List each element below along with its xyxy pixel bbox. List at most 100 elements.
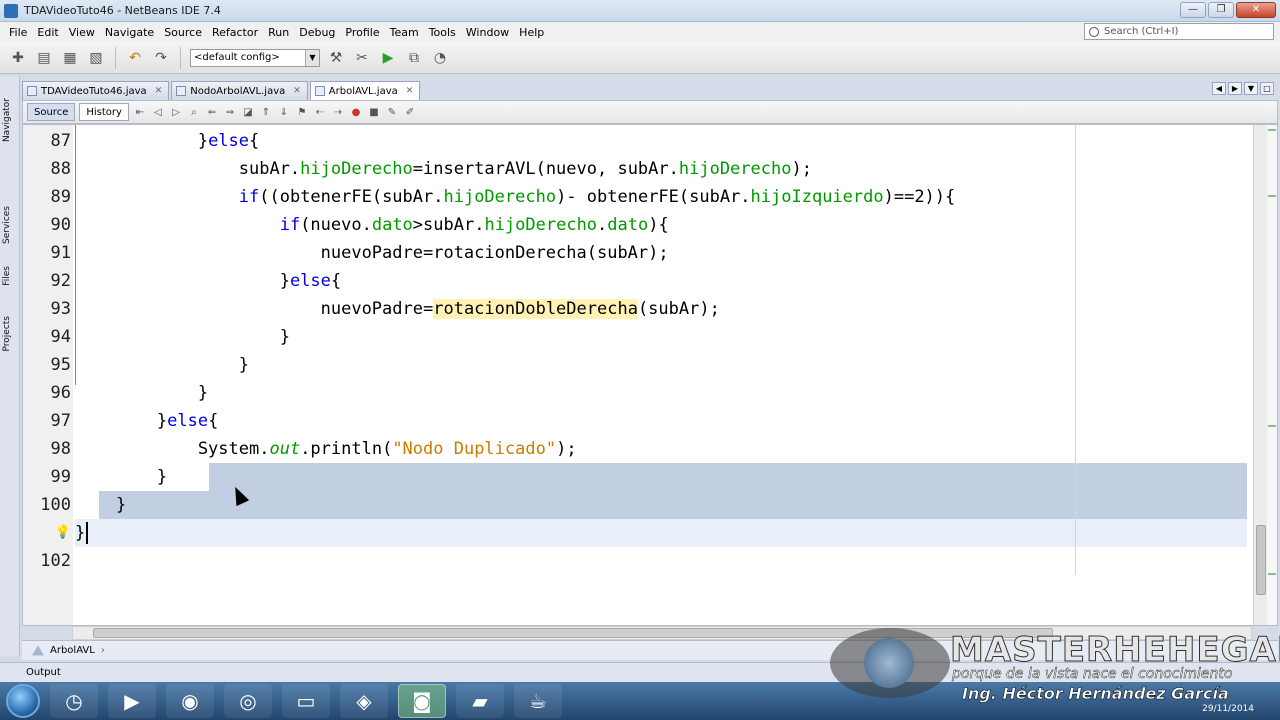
menu-team[interactable]: Team: [385, 26, 424, 39]
clock-app-icon[interactable]: ◷: [50, 684, 98, 718]
stop-macro-icon[interactable]: ■: [367, 105, 381, 119]
side-tab-navigator[interactable]: Navigator: [2, 98, 12, 142]
menu-window[interactable]: Window: [461, 26, 514, 39]
recorder-icon[interactable]: ◙: [398, 684, 446, 718]
run-icon[interactable]: ▶: [378, 48, 398, 68]
menu-tools[interactable]: Tools: [424, 26, 461, 39]
new-project-icon[interactable]: ✚: [8, 48, 28, 68]
toolbar-divider: [115, 46, 116, 69]
menu-help[interactable]: Help: [514, 26, 549, 39]
stripe-mark[interactable]: [1268, 425, 1276, 427]
build-icon[interactable]: ⚒: [326, 48, 346, 68]
virtualbox-icon[interactable]: ◈: [340, 684, 388, 718]
media-player-icon[interactable]: ▶: [108, 684, 156, 718]
back-icon[interactable]: ◁: [151, 105, 165, 119]
history-button[interactable]: History: [79, 103, 129, 121]
close-project-icon[interactable]: ▧: [86, 48, 106, 68]
folder-icon[interactable]: ▭: [282, 684, 330, 718]
code-content[interactable]: }else{ subAr.hijoDerecho=insertarAVL(nue…: [75, 125, 1247, 625]
redo-icon[interactable]: ↷: [151, 48, 171, 68]
tab-tdavideotuto46[interactable]: TDAVideoTuto46.java ✕: [22, 81, 170, 100]
window-controls: — ❐ ✕: [1180, 2, 1276, 18]
stripe-mark[interactable]: [1268, 573, 1276, 575]
menu-run[interactable]: Run: [263, 26, 294, 39]
toggle-bookmark-icon[interactable]: ⚑: [295, 105, 309, 119]
code-editor[interactable]: 87 88 89 90 91 92 93 94 95 96 97 98 99 1…: [22, 124, 1278, 626]
app-icon[interactable]: ▰: [456, 684, 504, 718]
toolbar-divider: [180, 46, 181, 69]
forward-icon[interactable]: ▷: [169, 105, 183, 119]
hint-bulb-icon[interactable]: 💡: [23, 519, 71, 547]
toggle-highlight-icon[interactable]: ◪: [241, 105, 255, 119]
close-icon[interactable]: ✕: [406, 86, 414, 96]
profile-icon[interactable]: ◔: [430, 48, 450, 68]
menu-profile[interactable]: Profile: [340, 26, 384, 39]
code-line: nuevoPadre=rotacionDobleDerecha(subAr);: [75, 299, 720, 319]
find-icon[interactable]: ⌕: [187, 105, 201, 119]
clean-build-icon[interactable]: ✂: [352, 48, 372, 68]
side-tab-services[interactable]: Services: [2, 206, 12, 244]
code-line: nuevoPadre=rotacionDerecha(subAr);: [75, 243, 669, 263]
maximize-button[interactable]: ❐: [1208, 2, 1234, 18]
scrollbar-thumb[interactable]: [1256, 525, 1266, 595]
minimize-button[interactable]: —: [1180, 2, 1206, 18]
config-select[interactable]: <default config> ▼: [190, 48, 320, 67]
breadcrumb-item[interactable]: ArbolAVL: [50, 645, 95, 656]
code-line: if((obtenerFE(subAr.hijoDerecho)- obtene…: [238, 187, 956, 207]
tab-arbolavl[interactable]: ArbolAVL.java ✕: [309, 81, 421, 100]
prev-bookmark-icon[interactable]: ⇑: [259, 105, 273, 119]
undo-icon[interactable]: ↶: [125, 48, 145, 68]
open-project-icon[interactable]: ▦: [60, 48, 80, 68]
close-icon[interactable]: ✕: [155, 86, 163, 96]
stripe-mark[interactable]: [1268, 195, 1276, 197]
last-edit-icon[interactable]: ⇤: [133, 105, 147, 119]
uncomment-icon[interactable]: ✐: [403, 105, 417, 119]
firefox-icon[interactable]: ◎: [224, 684, 272, 718]
line-number: 98: [50, 439, 71, 459]
window-title: TDAVideoTuto46 - NetBeans IDE 7.4: [24, 4, 221, 17]
chrome-icon[interactable]: ◉: [166, 684, 214, 718]
debug-icon[interactable]: ⧉: [404, 48, 424, 68]
java-file-icon: [314, 86, 325, 96]
watermark-logo: MASTERHEHEGAR porque de la vista nace el…: [830, 628, 1280, 708]
find-previous-icon[interactable]: ⇐: [205, 105, 219, 119]
side-panel-strip: Navigator Services Files Projects: [0, 76, 20, 656]
find-next-icon[interactable]: ⇒: [223, 105, 237, 119]
new-file-icon[interactable]: ▤: [34, 48, 54, 68]
vertical-scrollbar[interactable]: [1253, 125, 1267, 625]
menu-source[interactable]: Source: [159, 26, 207, 39]
menu-debug[interactable]: Debug: [294, 26, 340, 39]
comment-icon[interactable]: ✎: [385, 105, 399, 119]
menu-refactor[interactable]: Refactor: [207, 26, 263, 39]
menu-view[interactable]: View: [64, 26, 100, 39]
line-number: 99: [50, 467, 71, 487]
netbeans-icon: [4, 3, 18, 18]
tab-nodoarbolavl[interactable]: NodoArbolAVL.java ✕: [171, 81, 308, 100]
source-button[interactable]: Source: [27, 103, 76, 121]
line-number: 87: [50, 131, 71, 151]
tab-list-icon[interactable]: ▼: [1244, 82, 1258, 95]
chevron-right-icon: ›: [100, 645, 105, 656]
start-macro-icon[interactable]: ●: [349, 105, 363, 119]
scroll-left-icon[interactable]: ◀: [1212, 82, 1226, 95]
scroll-right-icon[interactable]: ▶: [1228, 82, 1242, 95]
menu-edit[interactable]: Edit: [32, 26, 63, 39]
stripe-mark[interactable]: [1268, 129, 1276, 131]
search-input[interactable]: Search (Ctrl+I): [1084, 23, 1274, 40]
menu-file[interactable]: File: [4, 26, 32, 39]
side-tab-files[interactable]: Files: [2, 266, 12, 286]
next-bookmark-icon[interactable]: ⇓: [277, 105, 291, 119]
shift-right-icon[interactable]: ⇢: [331, 105, 345, 119]
maximize-icon[interactable]: □: [1260, 82, 1274, 95]
shift-left-icon[interactable]: ⇠: [313, 105, 327, 119]
start-button[interactable]: [6, 684, 40, 718]
watermark-author: Ing. Héctor Hernández García: [962, 684, 1229, 704]
close-icon[interactable]: ✕: [293, 86, 301, 96]
error-stripe[interactable]: [1267, 125, 1277, 625]
tab-label: NodoArbolAVL.java: [190, 85, 286, 97]
java-icon[interactable]: ☕: [514, 684, 562, 718]
close-button[interactable]: ✕: [1236, 2, 1276, 18]
menu-navigate[interactable]: Navigate: [100, 26, 159, 39]
side-tab-projects[interactable]: Projects: [2, 316, 12, 351]
code-line: subAr.hijoDerecho=insertarAVL(nuevo, sub…: [75, 159, 812, 179]
